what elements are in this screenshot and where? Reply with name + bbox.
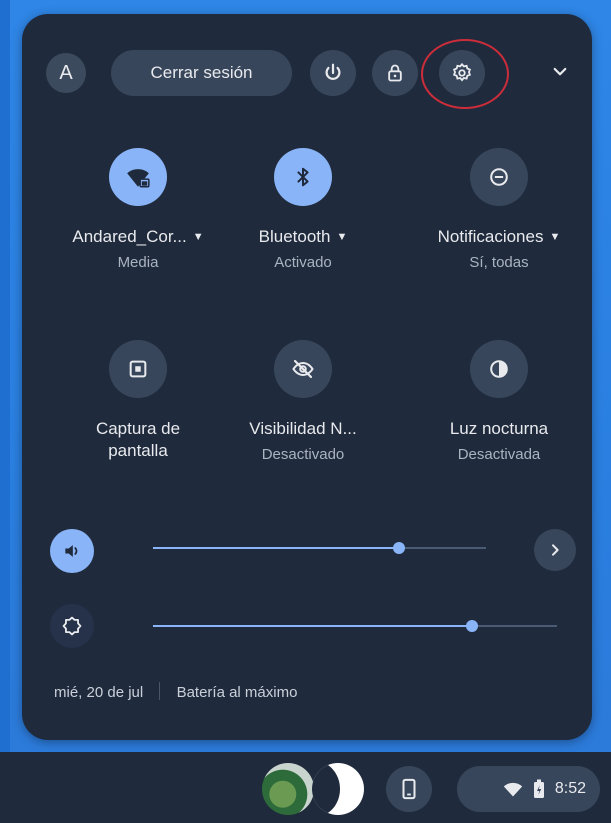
date-label[interactable]: mié, 20 de jul (54, 684, 143, 701)
caret-down-icon[interactable]: ▼ (549, 226, 560, 248)
lock-icon (388, 64, 402, 82)
visibility-off-icon (292, 359, 314, 379)
brightness-icon (62, 616, 82, 636)
screen-capture-label-line1: Captura de (95, 419, 181, 438)
user-avatar[interactable]: A (46, 53, 86, 93)
caret-down-icon[interactable]: ▼ (336, 226, 347, 248)
pod-screen-capture: Captura de pantalla (53, 340, 223, 462)
chevron-right-icon (552, 544, 559, 556)
night-light-toggle[interactable] (470, 340, 528, 398)
power-button[interactable] (310, 50, 356, 96)
battery-icon (533, 779, 544, 798)
pod-sublabel: Desactivado (261, 446, 345, 463)
pod-night-light: Luz nocturna Desactivada (414, 340, 584, 466)
collapse-button[interactable] (545, 57, 575, 87)
do-not-disturb-icon (490, 168, 508, 186)
wifi-icon (503, 782, 523, 797)
clock-label: 8:52 (554, 780, 586, 797)
volume-slider-track (399, 547, 486, 549)
pod-bluetooth: Bluetooth ▼ Activado (218, 148, 388, 274)
pod-label: Notificaciones ▼ (414, 226, 584, 248)
brightness-button (50, 604, 94, 648)
settings-button[interactable] (439, 50, 485, 96)
volume-slider-fill (153, 547, 400, 549)
volume-icon (65, 545, 78, 557)
bluetooth-icon (297, 167, 309, 187)
pod-sublabel: Media (117, 254, 159, 271)
pod-visibility: Visibilidad N... Desactivado (218, 340, 388, 466)
brightness-slider-fill (153, 625, 473, 627)
panel-footer: mié, 20 de jul Batería al máximo (54, 682, 297, 701)
gear-icon (452, 62, 472, 82)
notifications-toggle[interactable] (470, 148, 528, 206)
phone-hub-button[interactable] (386, 766, 432, 812)
brightness-slider-track (472, 625, 557, 627)
audio-settings-button[interactable] (534, 529, 576, 571)
network-toggle[interactable] (109, 148, 167, 206)
lock-button[interactable] (372, 50, 418, 96)
pod-label: Andared_Cor... ▼ (53, 226, 223, 248)
pod-sublabel: Desactivada (457, 446, 541, 463)
chevron-down-icon (553, 67, 567, 76)
network-name: Andared_Cor... (72, 227, 187, 246)
footer-divider (159, 682, 161, 700)
pod-label: Visibilidad N... (249, 419, 357, 438)
power-icon (325, 63, 341, 80)
battery-label: Batería al máximo (176, 684, 298, 701)
notifications-label: Notificaciones (437, 227, 544, 246)
night-moon-icon[interactable] (312, 763, 364, 815)
volume-button[interactable] (50, 529, 94, 573)
pod-label: Captura de pantalla (53, 418, 223, 462)
phone-icon (402, 778, 416, 800)
wifi-lock-icon (127, 169, 150, 188)
desktop-edge (0, 0, 10, 823)
night-light-icon (490, 360, 508, 378)
pod-sublabel: Activado (274, 254, 332, 271)
screen-capture-icon (129, 360, 147, 378)
screen-capture-toggle[interactable] (109, 340, 167, 398)
visibility-toggle[interactable] (274, 340, 332, 398)
caret-down-icon[interactable]: ▼ (193, 226, 204, 248)
screen: A Cerrar sesión Andared_Cor... ▼ Media B… (0, 0, 611, 823)
bluetooth-toggle[interactable] (274, 148, 332, 206)
pod-sublabel: Sí, todas (469, 254, 529, 271)
pod-notifications: Notificaciones ▼ Sí, todas (414, 148, 584, 274)
pod-label: Bluetooth ▼ (218, 226, 388, 248)
user-image-icon[interactable] (262, 763, 314, 815)
signout-button[interactable]: Cerrar sesión (111, 50, 292, 96)
pod-network: Andared_Cor... ▼ Media (53, 148, 223, 274)
bluetooth-label: Bluetooth (258, 227, 331, 246)
pod-label: Luz nocturna (449, 419, 549, 438)
screen-capture-label-line2: pantalla (108, 441, 168, 460)
status-area-button[interactable]: 8:52 (457, 766, 600, 812)
